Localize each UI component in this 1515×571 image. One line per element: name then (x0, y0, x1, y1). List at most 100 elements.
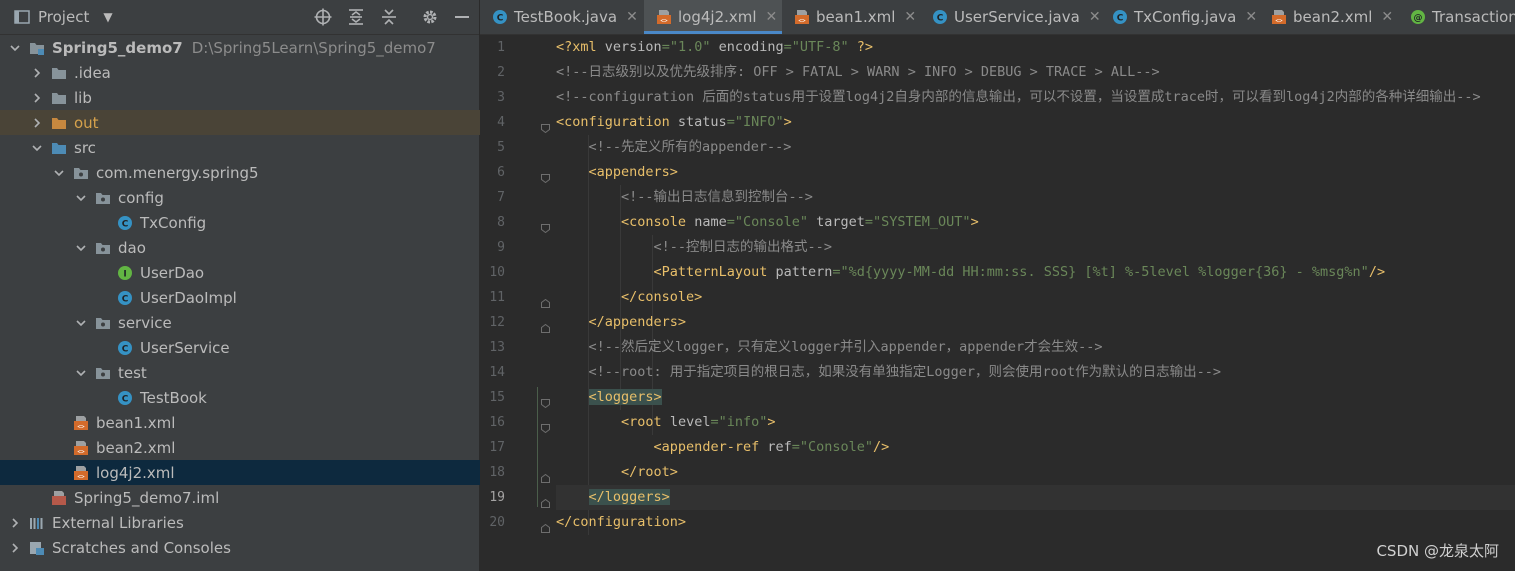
chevron-down-icon[interactable] (74, 191, 88, 205)
chevron-right-icon[interactable] (8, 516, 22, 530)
code-editor[interactable]: <?xml version="1.0" encoding="UTF-8" ?> <… (556, 35, 1515, 571)
close-icon[interactable]: ✕ (626, 9, 638, 25)
line-number: 12 (489, 315, 505, 330)
fold-marker-icon[interactable] (541, 318, 550, 333)
code-line: <root level="info"> (621, 414, 776, 430)
fold-marker-icon[interactable] (541, 418, 550, 434)
tab-label: TxConfig.java (1134, 8, 1237, 26)
fold-marker-icon[interactable] (541, 118, 550, 134)
expand-all-icon[interactable] (346, 7, 366, 27)
tree-item[interactable]: lib (0, 85, 509, 110)
tree-item[interactable]: test (0, 360, 553, 385)
fold-marker-icon[interactable] (541, 218, 550, 234)
chevron-down-icon[interactable] (74, 316, 88, 330)
tree-item-label: UserDao (140, 263, 205, 282)
chevron-right-icon[interactable] (30, 116, 44, 130)
close-icon[interactable]: ✕ (904, 9, 916, 25)
editor-tab[interactable]: <> bean2.xml ✕ (1259, 0, 1398, 34)
tree-item[interactable]: External Libraries (0, 510, 487, 535)
svg-text:@: @ (1414, 14, 1423, 24)
line-number: 2 (497, 65, 505, 80)
tree-item-label: lib (74, 88, 92, 107)
tree-item[interactable]: Spring5_demo7.iml (0, 485, 509, 510)
code-line: <PatternLayout pattern="%d{yyyy-MM-dd HH… (653, 264, 1386, 280)
tree-item[interactable]: Spring5_demo7 D:\Spring5Learn\Spring5_dem… (0, 35, 487, 60)
xml-icon: <> (73, 440, 89, 456)
fold-marker-icon[interactable] (541, 493, 550, 508)
fold-marker-icon[interactable] (541, 168, 550, 184)
chevron-down-icon[interactable] (74, 241, 88, 255)
close-icon[interactable]: ✕ (1245, 9, 1257, 25)
tab-label: log4j2.xml (678, 8, 757, 26)
chevron-right-icon[interactable] (30, 91, 44, 105)
hide-panel-icon[interactable] (452, 7, 472, 27)
code-line: <console name="Console" target="SYSTEM_O… (621, 214, 979, 230)
xml-icon: <> (656, 9, 672, 25)
tree-item[interactable]: Scratches and Consoles (0, 535, 487, 560)
fold-marker-icon[interactable] (541, 393, 550, 409)
svg-text:C: C (122, 394, 129, 404)
editor-tab[interactable]: <> bean1.xml ✕ (782, 0, 920, 34)
gear-icon[interactable] (420, 7, 440, 27)
tree-item-label: log4j2.xml (96, 463, 175, 482)
tree-item[interactable]: <> bean1.xml (0, 410, 531, 435)
project-title: Project (38, 8, 90, 26)
tree-item[interactable]: .idea (0, 60, 509, 85)
tree-item[interactable]: com.menergy.spring5 (0, 160, 531, 185)
tree-item[interactable]: service (0, 310, 553, 335)
collapse-all-icon[interactable] (379, 7, 399, 27)
tree-item-label: TxConfig (140, 213, 207, 232)
svg-text:C: C (497, 14, 504, 24)
chevron-down-icon[interactable] (74, 366, 88, 380)
project-header: Project ▼ (0, 0, 479, 35)
code-line: </loggers> (556, 485, 1515, 510)
close-icon[interactable]: ✕ (1381, 9, 1393, 25)
tree-item-label: Spring5_demo7.iml (74, 488, 220, 507)
tree-item[interactable]: out (0, 110, 509, 135)
code-line: </root> (621, 464, 678, 480)
svg-text:I: I (123, 269, 126, 279)
chevron-right-icon[interactable] (30, 66, 44, 80)
project-path: D:\Spring5Learn\Spring5_demo7 (191, 38, 436, 57)
svg-text:<>: <> (1275, 18, 1283, 25)
locate-icon[interactable] (313, 7, 333, 27)
fold-marker-icon[interactable] (541, 468, 550, 483)
chevron-right-icon[interactable] (8, 541, 22, 555)
code-line: <configuration status="INFO"> (556, 114, 792, 130)
tree-item[interactable]: config (0, 185, 553, 210)
close-icon[interactable]: ✕ (1089, 9, 1101, 25)
chevron-down-icon[interactable]: ▼ (103, 10, 112, 24)
editor-tab[interactable]: <> log4j2.xml ✕ (644, 0, 782, 34)
tree-item-label: out (74, 113, 99, 132)
interface-icon: I (117, 265, 133, 281)
xml-icon: <> (73, 465, 89, 481)
tree-item-label: UserService (140, 338, 230, 357)
chevron-down-icon[interactable] (52, 166, 66, 180)
line-number: 7 (497, 190, 505, 205)
tree-item[interactable]: dao (0, 235, 553, 260)
editor-tab[interactable]: C TestBook.java ✕ (480, 0, 644, 34)
tree-item[interactable]: <> bean2.xml (0, 435, 531, 460)
tree-item[interactable]: src (0, 135, 509, 160)
tree-item-label: bean2.xml (96, 438, 176, 457)
project-view-selector[interactable]: Project ▼ (14, 0, 113, 34)
annotation-icon: @ (1410, 9, 1426, 25)
editor-tab[interactable]: @ Transaction (1398, 0, 1515, 34)
fold-marker-icon[interactable] (541, 293, 550, 308)
folder-icon (51, 65, 67, 81)
close-icon[interactable]: ✕ (766, 9, 778, 25)
tree-item-label: External Libraries (52, 513, 184, 532)
svg-text:C: C (122, 294, 129, 304)
fold-marker-icon[interactable] (541, 518, 550, 533)
svg-text:C: C (937, 14, 944, 24)
code-line: <!--root: 用于指定项目的根日志，如果没有单独指定Logger，则会使用… (588, 364, 1221, 380)
editor-tab[interactable]: C UserService.java ✕ (920, 0, 1101, 34)
chevron-down-icon[interactable] (30, 141, 44, 155)
tab-label: TestBook.java (514, 8, 618, 26)
chevron-down-icon[interactable] (8, 41, 22, 55)
tree-item[interactable]: <> log4j2.xml (0, 460, 531, 485)
xml-icon: <> (73, 415, 89, 431)
tree-item-label: test (118, 363, 147, 382)
package-icon (95, 365, 111, 381)
editor-tab[interactable]: C TxConfig.java ✕ (1100, 0, 1259, 34)
